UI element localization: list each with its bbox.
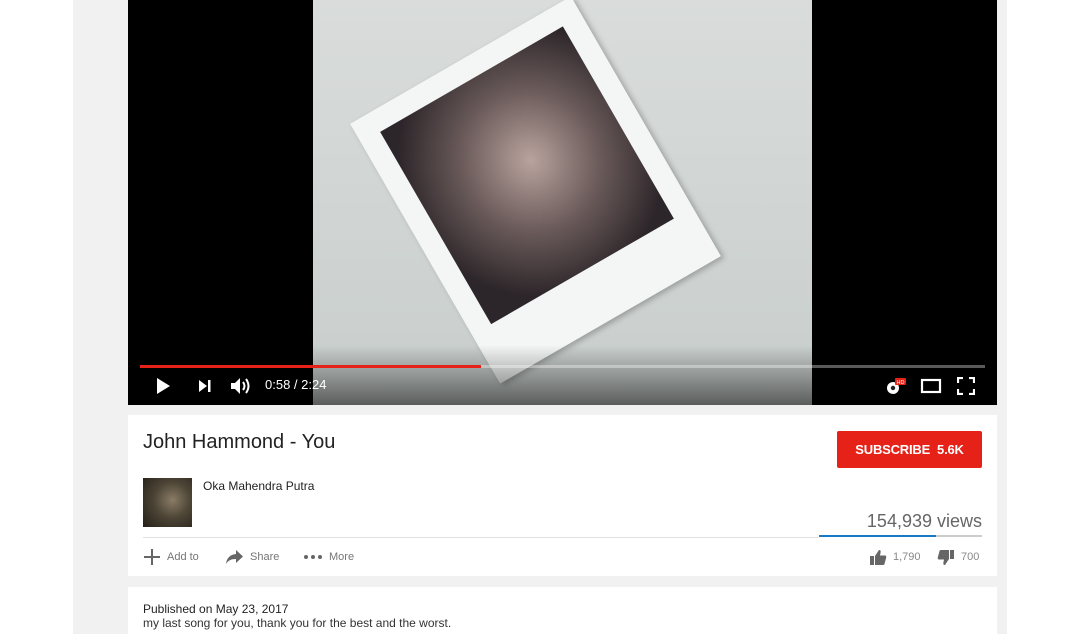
published-date: Published on May 23, 2017 [143, 602, 289, 616]
polaroid-photo [380, 26, 674, 325]
settings-icon: HD [887, 378, 906, 394]
video-info-card: John Hammond - You SUBSCRIBE 5.6K Oka Ma… [128, 415, 997, 576]
controls-gradient [128, 345, 997, 405]
view-count: 154,939 views [866, 511, 982, 531]
hd-badge: HD [897, 380, 905, 386]
subscribe-button[interactable]: SUBSCRIBE 5.6K [837, 431, 982, 468]
add-to-button[interactable]: Add to [143, 547, 199, 567]
progress-bar[interactable] [140, 365, 985, 368]
volume-icon [231, 378, 250, 394]
thumbs-down-icon [937, 549, 954, 565]
channel-name[interactable]: Oka Mahendra Putra [203, 479, 314, 493]
description-card: Published on May 23, 2017 my last song f… [128, 587, 997, 634]
play-icon [157, 378, 170, 394]
dislike-button[interactable]: 700 [937, 547, 979, 567]
video-title: John Hammond - You [143, 431, 336, 453]
polaroid-image [350, 0, 721, 384]
avatar[interactable] [143, 478, 192, 527]
more-label: More [329, 551, 355, 563]
sentiment-fill [819, 535, 937, 537]
dislike-count: 700 [961, 551, 980, 563]
time-display: 0:58 / 2:24 [265, 377, 326, 392]
theater-mode-icon [920, 378, 942, 394]
theater-mode-button[interactable] [918, 374, 944, 398]
next-icon [199, 380, 211, 392]
sentiment-bar [819, 535, 982, 537]
subscribe-label: SUBSCRIBE [855, 442, 931, 457]
share-icon [226, 550, 243, 564]
more-icon [304, 555, 322, 559]
settings-button[interactable]: HD [882, 374, 908, 398]
play-button[interactable] [152, 374, 174, 398]
add-to-label: Add to [167, 551, 199, 563]
like-button[interactable]: 1,790 [869, 547, 921, 567]
divider [143, 537, 819, 538]
plus-icon [144, 549, 160, 565]
description-text: my last song for you, thank you for the … [143, 616, 452, 630]
current-time: 0:58 [265, 377, 291, 392]
time-separator: / [290, 377, 302, 392]
progress-fill [140, 365, 481, 368]
subscriber-count: 5.6K [937, 442, 964, 457]
like-count: 1,790 [893, 551, 921, 563]
video-player[interactable]: 0:58 / 2:24 HD [128, 0, 997, 405]
fullscreen-button[interactable] [954, 374, 978, 398]
volume-button[interactable] [228, 374, 254, 398]
next-button[interactable] [194, 374, 216, 398]
fullscreen-icon [957, 377, 975, 395]
more-button[interactable]: More [303, 547, 354, 567]
thumbs-up-icon [870, 549, 887, 565]
duration: 2:24 [301, 377, 327, 392]
share-label: Share [250, 551, 280, 563]
share-button[interactable]: Share [225, 547, 279, 567]
